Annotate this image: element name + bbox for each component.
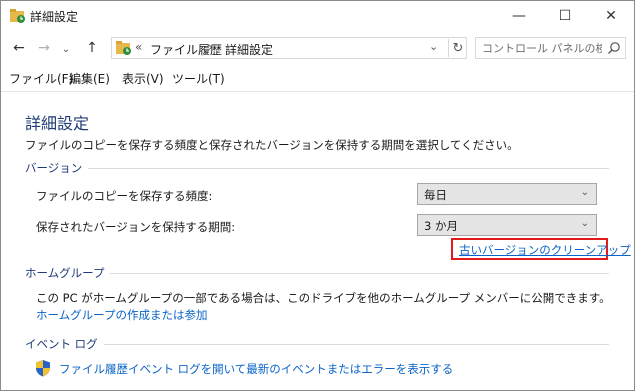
- window-title: 詳細設定: [30, 10, 79, 24]
- chevron-down-icon: ⌄: [61, 43, 71, 55]
- menu-view[interactable]: 表示(V): [122, 70, 164, 87]
- breadcrumb-separator-icon[interactable]: ›: [208, 40, 213, 54]
- address-bar[interactable]: « ファイル履歴 › 詳細設定 ⌄ ↻: [111, 37, 467, 59]
- navigation-bar: ← → ⌄ ↑ « ファイル履歴 › 詳細設定 ⌄ ↻: [1, 31, 634, 65]
- retention-value: 3 か月: [424, 219, 458, 233]
- window: 詳細設定 — ☐ ✕ ← → ⌄ ↑ « ファイル履歴 › 詳細設定 ⌄ ↻ コ…: [0, 0, 635, 391]
- recent-locations-button[interactable]: ⌄: [57, 40, 75, 58]
- title-bar: 詳細設定 — ☐ ✕: [1, 1, 634, 31]
- search-box[interactable]: [475, 37, 626, 59]
- chevron-down-icon: ⌄: [580, 187, 589, 198]
- section-eventlog-label: イベント ログ: [25, 337, 98, 351]
- overflow-chevron-icon[interactable]: «: [135, 40, 142, 54]
- close-icon: ✕: [605, 8, 617, 24]
- file-history-icon: [10, 9, 25, 23]
- search-icon[interactable]: [607, 41, 621, 55]
- cleanup-old-versions-link[interactable]: 古いバージョンのクリーンアップ: [459, 242, 631, 258]
- retention-label: 保存されたバージョンを保持する期間:: [36, 220, 236, 234]
- minimize-icon: —: [512, 8, 526, 24]
- section-divider: [88, 167, 609, 169]
- search-input[interactable]: [482, 40, 602, 56]
- menu-edit[interactable]: 編集(E): [69, 70, 110, 87]
- back-button[interactable]: ←: [10, 39, 28, 57]
- menu-bar: ファイル(F) 編集(E) 表示(V) ツール(T): [1, 67, 634, 87]
- content-pane: 詳細設定 ファイルのコピーを保存する頻度と保存されたバージョンを保持する期間を選…: [1, 91, 634, 390]
- up-arrow-icon: ↑: [86, 40, 98, 56]
- back-arrow-icon: ←: [13, 40, 25, 56]
- breadcrumb-advanced-settings[interactable]: 詳細設定: [225, 41, 273, 58]
- frequency-label: ファイルのコピーを保存する頻度:: [36, 189, 213, 203]
- menu-tools[interactable]: ツール(T): [172, 70, 225, 87]
- forward-button[interactable]: →: [35, 39, 53, 57]
- section-versions: バージョン: [25, 160, 609, 176]
- retention-select[interactable]: 3 か月 ⌄: [417, 214, 597, 236]
- page-title: 詳細設定: [25, 114, 90, 133]
- maximize-icon: ☐: [558, 8, 572, 24]
- event-log-link[interactable]: ファイル履歴イベント ログを開いて最新のイベントまたはエラーを表示する: [59, 361, 453, 377]
- refresh-icon: ↻: [452, 40, 464, 56]
- uac-shield-icon: [36, 360, 50, 377]
- close-button[interactable]: ✕: [588, 1, 634, 31]
- up-button[interactable]: ↑: [83, 39, 101, 57]
- section-divider: [110, 272, 609, 274]
- file-history-icon: [116, 41, 131, 55]
- minimize-button[interactable]: —: [496, 1, 542, 31]
- page-description: ファイルのコピーを保存する頻度と保存されたバージョンを保持する期間を選択してくだ…: [25, 138, 519, 152]
- section-divider: [103, 343, 609, 345]
- cleanup-highlight: 古いバージョンのクリーンアップ: [451, 238, 631, 260]
- address-dropdown-icon[interactable]: ⌄: [429, 40, 438, 53]
- refresh-button[interactable]: ↻: [448, 39, 467, 57]
- homegroup-description: この PC がホームグループの一部である場合は、このドライブを他のホームグループ…: [36, 291, 611, 305]
- chevron-down-icon: ⌄: [580, 218, 589, 229]
- section-eventlog: イベント ログ: [25, 336, 609, 352]
- section-homegroup-label: ホームグループ: [25, 266, 105, 280]
- section-homegroup: ホームグループ: [25, 265, 609, 281]
- frequency-value: 毎日: [424, 188, 447, 202]
- homegroup-create-join-link[interactable]: ホームグループの作成または参加: [36, 307, 207, 323]
- section-versions-label: バージョン: [25, 161, 83, 175]
- maximize-button[interactable]: ☐: [542, 1, 588, 31]
- frequency-select[interactable]: 毎日 ⌄: [417, 183, 597, 205]
- forward-arrow-icon: →: [38, 40, 50, 56]
- menu-file[interactable]: ファイル(F): [9, 70, 73, 87]
